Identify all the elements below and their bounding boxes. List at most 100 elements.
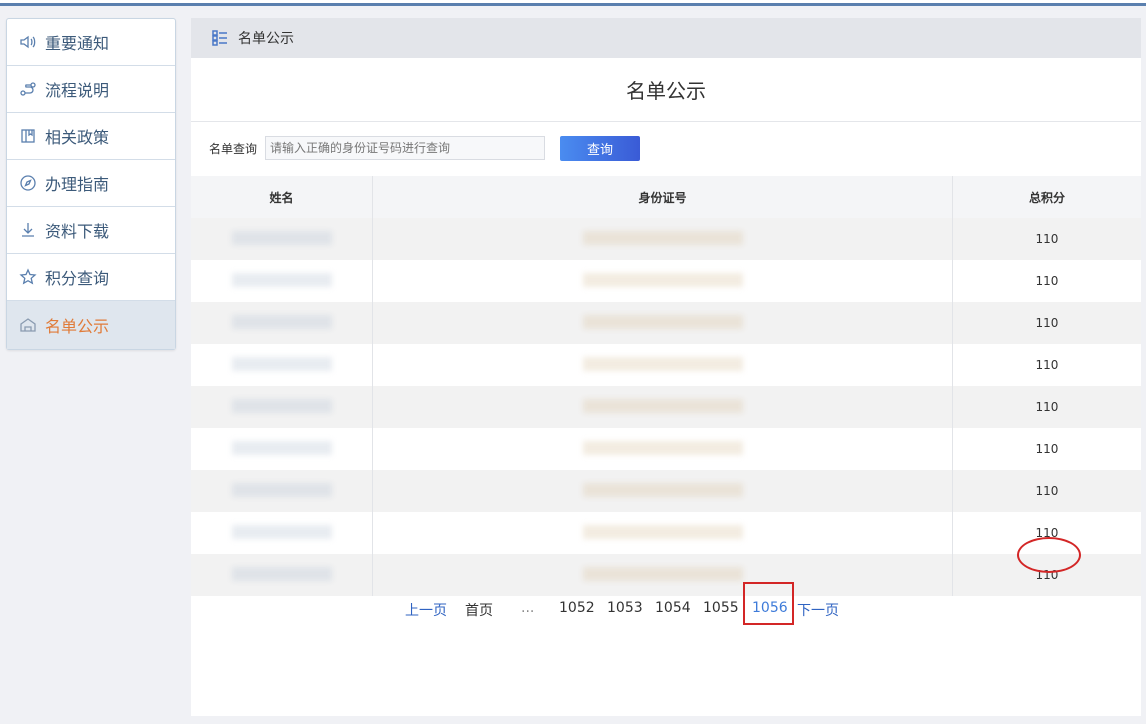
redacted-name <box>231 566 332 581</box>
cell-name <box>191 218 374 260</box>
redacted-name <box>231 524 332 539</box>
redacted-id <box>582 524 743 539</box>
table-row: 110 <box>191 218 1141 260</box>
cell-id <box>372 386 953 428</box>
redacted-name <box>231 230 332 245</box>
search-label: 名单查询 <box>209 141 258 156</box>
cell-id <box>372 428 953 470</box>
sidebar-item-list[interactable]: 名单公示 <box>7 301 175 349</box>
cell-score: 110 <box>952 302 1141 344</box>
prev-page-link[interactable]: 上一页 <box>405 600 447 620</box>
redacted-id <box>582 440 743 455</box>
id-search-input[interactable] <box>265 136 546 160</box>
sidebar-item-label: 名单公示 <box>45 317 110 336</box>
page-link-1055[interactable]: 1055 <box>703 600 739 616</box>
cell-score: 110 <box>952 260 1141 302</box>
table-row: 110 <box>191 344 1141 386</box>
table-row: 110 <box>191 512 1141 554</box>
cell-id <box>372 512 953 554</box>
current-page[interactable]: 1056 <box>752 600 788 616</box>
cell-name <box>191 470 374 512</box>
result-table: 姓名 身份证号 总积分 110 110 110 110 110 110 110 … <box>191 176 1141 596</box>
flow-icon <box>19 80 37 98</box>
column-header-score: 总积分 <box>952 176 1141 218</box>
cell-name <box>191 302 374 344</box>
redacted-id <box>582 566 743 581</box>
cell-name <box>191 260 374 302</box>
sidebar-item-label: 流程说明 <box>45 81 110 100</box>
table-row: 110 <box>191 554 1141 596</box>
page-link-1054[interactable]: 1054 <box>655 600 691 616</box>
redacted-name <box>231 356 332 371</box>
redacted-id <box>582 230 743 245</box>
cell-name <box>191 554 374 596</box>
redacted-name <box>231 398 332 413</box>
redacted-name <box>231 482 332 497</box>
next-page-link[interactable]: 下一页 <box>797 600 839 620</box>
redacted-id <box>582 272 743 287</box>
main-panel: 名单公示 名单公示 名单查询 查询 姓名 身份证号 总积分 110 110 <box>191 18 1141 716</box>
cell-name <box>191 512 374 554</box>
column-header-id: 身份证号 <box>372 176 953 218</box>
sidebar-item-label: 重要通知 <box>45 34 110 53</box>
redacted-id <box>582 356 743 371</box>
column-header-name: 姓名 <box>191 176 374 218</box>
redacted-name <box>231 314 332 329</box>
top-bar <box>0 0 1146 6</box>
sidebar-item-guide[interactable]: 办理指南 <box>7 160 175 207</box>
table-row: 110 <box>191 302 1141 344</box>
redacted-id <box>582 482 743 497</box>
sidebar-item-policy[interactable]: 相关政策 <box>7 113 175 160</box>
cell-id <box>372 554 953 596</box>
cell-score: 110 <box>952 470 1141 512</box>
cell-name <box>191 344 374 386</box>
page-title: 名单公示 <box>191 58 1141 122</box>
star-icon <box>19 268 37 286</box>
pager-ellipsis: ... <box>521 600 535 616</box>
table-row: 110 <box>191 428 1141 470</box>
list-icon <box>211 29 229 47</box>
breadcrumb: 名单公示 <box>191 18 1141 58</box>
book-icon <box>19 127 37 145</box>
search-button[interactable]: 查询 <box>560 135 641 161</box>
redacted-name <box>231 440 332 455</box>
cell-score: 110 <box>952 386 1141 428</box>
sidebar-item-points[interactable]: 积分查询 <box>7 254 175 301</box>
table-row: 110 <box>191 470 1141 512</box>
breadcrumb-title: 名单公示 <box>238 31 294 47</box>
pagination: 上一页 首页 ... 1052 1053 1054 1055 1056 下一页 <box>191 598 1141 622</box>
compass-icon <box>19 174 37 192</box>
sidebar-item-label: 积分查询 <box>45 269 110 288</box>
download-icon <box>19 221 37 239</box>
table-header-row: 姓名 身份证号 总积分 <box>191 176 1141 218</box>
cell-score: 110 <box>952 428 1141 470</box>
sidebar-item-download[interactable]: 资料下载 <box>7 207 175 254</box>
cell-id <box>372 260 953 302</box>
page-link-1053[interactable]: 1053 <box>607 600 643 616</box>
table-row: 110 <box>191 386 1141 428</box>
redacted-name <box>231 272 332 287</box>
cell-id <box>372 302 953 344</box>
cell-name <box>191 428 374 470</box>
redacted-id <box>582 314 743 329</box>
cell-id <box>372 218 953 260</box>
sidebar: 重要通知 流程说明 相关政策 办理指南 资料下载 积分查询 名单公示 <box>6 18 176 350</box>
cell-id <box>372 470 953 512</box>
cell-score: 110 <box>952 218 1141 260</box>
sidebar-item-process[interactable]: 流程说明 <box>7 66 175 113</box>
cell-id <box>372 344 953 386</box>
cell-score: 110 <box>952 512 1141 554</box>
first-page-link[interactable]: 首页 <box>465 600 493 620</box>
page-link-1052[interactable]: 1052 <box>559 600 595 616</box>
cell-score: 110 <box>952 344 1141 386</box>
sidebar-item-notice[interactable]: 重要通知 <box>7 19 175 66</box>
sidebar-item-label: 资料下载 <box>45 222 110 241</box>
speaker-icon <box>19 33 37 51</box>
cell-score: 110 <box>952 554 1141 596</box>
home-icon <box>19 316 37 334</box>
cell-name <box>191 386 374 428</box>
redacted-id <box>582 398 743 413</box>
search-bar: 名单查询 查询 <box>191 122 1141 174</box>
sidebar-item-label: 相关政策 <box>45 128 110 147</box>
sidebar-item-label: 办理指南 <box>45 175 110 194</box>
